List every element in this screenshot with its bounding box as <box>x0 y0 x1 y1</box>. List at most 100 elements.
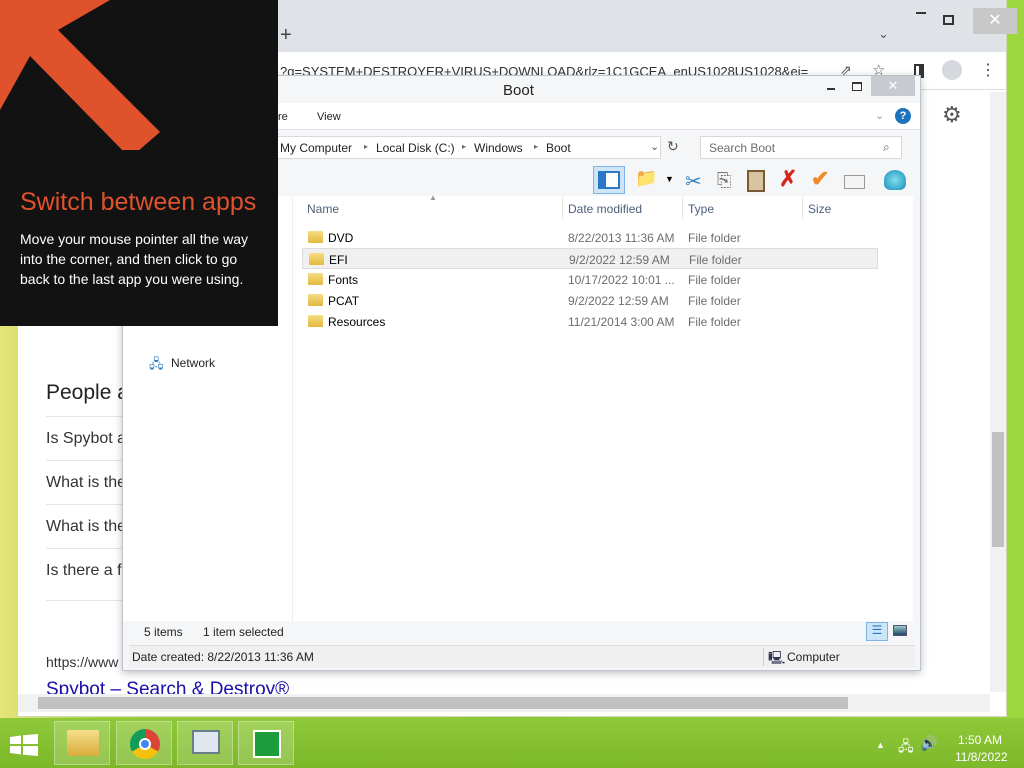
taskbar-monitor-app[interactable] <box>177 721 233 765</box>
search-placeholder: Search Boot <box>709 141 776 155</box>
column-header-size[interactable]: Size <box>808 202 831 216</box>
address-breadcrumb[interactable]: My Computer ▸ Local Disk (C:) ▸ Windows … <box>277 136 661 159</box>
breadcrumb-item[interactable]: My Computer <box>280 141 352 155</box>
file-name: Fonts <box>328 273 359 287</box>
show-hidden-icons[interactable]: ▲ <box>876 740 885 750</box>
copy-icon[interactable]: ⎘ <box>717 170 731 191</box>
people-also-ask-heading: People a <box>46 381 129 404</box>
network-tray-icon[interactable]: 🖧 <box>898 736 914 760</box>
folder-icon <box>308 231 323 243</box>
question-item[interactable]: What is the <box>46 474 126 492</box>
location-computer: Computer <box>787 650 840 664</box>
file-type: File folder <box>688 294 741 308</box>
breadcrumb-item[interactable]: Windows <box>474 141 523 155</box>
file-row[interactable]: PCAT 9/2/2022 12:59 AM File folder <box>302 290 878 311</box>
file-type: File folder <box>688 273 741 287</box>
ribbon-tab-view[interactable]: View <box>317 111 341 123</box>
taskbar-store[interactable] <box>238 721 294 765</box>
dropdown-arrow-icon[interactable]: ▼ <box>665 174 674 184</box>
file-type: File folder <box>689 253 742 267</box>
shell-icon[interactable] <box>884 170 906 190</box>
nav-item-network[interactable]: Network <box>171 356 215 370</box>
file-date: 9/2/2022 12:59 AM <box>568 294 669 308</box>
computer-icon: 🖳 <box>768 650 786 665</box>
breadcrumb-item[interactable]: Boot <box>546 141 571 155</box>
preview-pane-button[interactable] <box>593 166 625 194</box>
file-name: Resources <box>328 315 386 329</box>
file-row[interactable]: Resources 11/21/2014 3:00 AM File folder <box>302 311 878 332</box>
question-item[interactable]: Is there a f <box>46 562 122 580</box>
file-type: File folder <box>688 231 741 245</box>
refresh-icon[interactable]: ↻ <box>667 138 679 155</box>
column-header-name[interactable]: Name <box>307 202 339 216</box>
chrome-icon <box>130 729 160 759</box>
help-icon[interactable]: ? <box>895 108 911 124</box>
large-icons-view-button[interactable] <box>893 625 907 636</box>
file-date: 10/17/2022 10:01 ... <box>568 273 675 287</box>
email-icon[interactable] <box>844 175 865 189</box>
horizontal-scrollbar[interactable] <box>18 694 990 712</box>
result-url: https://www <box>46 654 119 670</box>
window-title: Boot <box>503 82 534 99</box>
file-name: DVD <box>328 231 354 245</box>
clock-time[interactable]: 1:50 AM <box>958 733 1002 747</box>
file-row[interactable]: DVD 8/22/2013 11:36 AM File folder <box>302 227 878 248</box>
network-icon: 🖧 <box>149 356 164 371</box>
file-row[interactable]: Fonts 10/17/2022 10:01 ... File folder <box>302 269 878 290</box>
file-explorer-icon <box>67 730 99 756</box>
folder-icon <box>308 273 323 285</box>
details-view-button[interactable]: ☰ <box>866 622 888 641</box>
file-date: 8/22/2013 11:36 AM <box>568 231 675 245</box>
cut-icon[interactable]: ✂ <box>685 169 702 194</box>
start-windows-icon[interactable] <box>10 734 38 756</box>
folder-icon <box>308 294 323 306</box>
sort-arrow-icon: ▲ <box>429 193 437 202</box>
resource-monitor-icon <box>192 730 220 754</box>
tip-title: Switch between apps <box>20 188 257 216</box>
ribbon-tab[interactable]: re <box>278 111 288 123</box>
date-created-detail: Date created: 8/22/2013 11:36 AM <box>132 650 314 664</box>
maximize-button[interactable] <box>943 15 954 25</box>
status-selected-count: 1 item selected <box>203 625 284 639</box>
taskbar-chrome[interactable] <box>116 721 172 765</box>
column-header-date[interactable]: Date modified <box>568 202 642 216</box>
new-tab-button[interactable]: + <box>280 24 292 47</box>
expand-ribbon-icon[interactable]: ⌄ <box>875 109 884 122</box>
maximize-button[interactable] <box>852 82 862 91</box>
vertical-scrollbar[interactable] <box>990 92 1006 692</box>
taskbar-file-explorer[interactable] <box>54 721 110 765</box>
breadcrumb-item[interactable]: Local Disk (C:) <box>376 141 455 155</box>
delete-icon[interactable]: ✗ <box>779 166 797 192</box>
column-header-type[interactable]: Type <box>688 202 714 216</box>
scrollbar-thumb[interactable] <box>38 697 848 709</box>
folder-icon <box>309 253 324 265</box>
scrollbar-thumb[interactable] <box>992 432 1004 547</box>
search-icon: ⌕ <box>883 140 890 154</box>
properties-icon[interactable]: 📁 <box>635 168 657 189</box>
question-item[interactable]: What is the <box>46 518 126 536</box>
close-button[interactable]: ✕ <box>973 8 1017 34</box>
folder-icon <box>308 315 323 327</box>
clock-date[interactable]: 11/8/2022 <box>955 750 1008 764</box>
menu-icon[interactable]: ⋮ <box>980 60 996 80</box>
minimize-button[interactable] <box>916 12 926 14</box>
tab-search-icon[interactable]: ⌄ <box>878 26 889 42</box>
profile-avatar[interactable] <box>942 60 962 80</box>
volume-icon[interactable]: 🔊 <box>920 735 937 752</box>
file-row-selected[interactable]: EFI 9/2/2022 12:59 AM File folder <box>302 248 878 269</box>
rename-check-icon[interactable]: ✔ <box>811 166 829 192</box>
file-name: EFI <box>329 253 348 267</box>
search-input[interactable]: Search Boot ⌕ <box>700 136 902 159</box>
paste-icon[interactable] <box>747 170 765 192</box>
close-button[interactable]: ✕ <box>871 76 915 96</box>
tip-body: Move your mouse pointer all the way into… <box>20 231 248 287</box>
switch-apps-tip: Switch between apps Move your mouse poin… <box>0 0 278 326</box>
file-type: File folder <box>688 315 741 329</box>
file-date: 9/2/2022 12:59 AM <box>569 253 670 267</box>
result-title-link[interactable]: Spybot – Search & Destroy® <box>46 679 289 694</box>
history-dropdown-icon[interactable]: ⌄ <box>650 140 659 153</box>
question-item[interactable]: Is Spybot a <box>46 430 126 448</box>
settings-gear-icon[interactable]: ⚙ <box>942 102 962 128</box>
corner-arrow-icon <box>0 0 160 150</box>
minimize-button[interactable] <box>827 88 835 90</box>
